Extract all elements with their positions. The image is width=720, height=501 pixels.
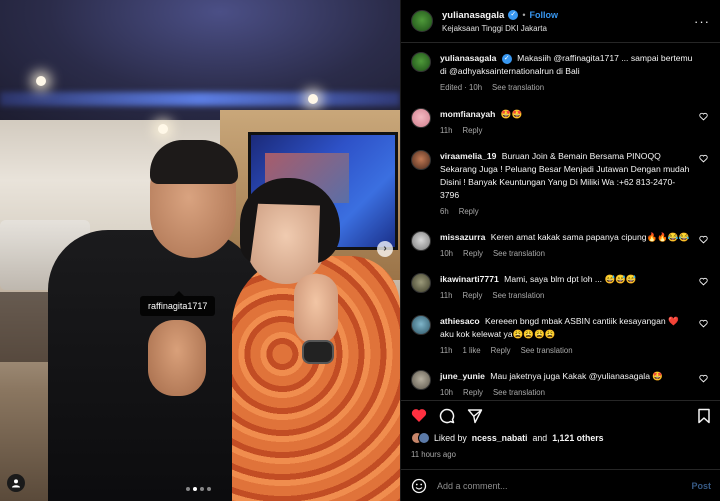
follow-button[interactable]: Follow bbox=[529, 10, 558, 20]
likes-count[interactable]: 1,121 others bbox=[552, 433, 603, 443]
carousel-dot bbox=[186, 487, 190, 491]
user-tag[interactable]: raffinagita1717 bbox=[140, 291, 216, 316]
tagged-user-icon[interactable] bbox=[7, 474, 25, 492]
post-location[interactable]: Kejaksaan Tinggi DKI Jakarta bbox=[442, 24, 694, 33]
commenter-avatar[interactable] bbox=[411, 315, 431, 335]
photo-downlight bbox=[36, 76, 46, 86]
reply-button[interactable]: Reply bbox=[462, 289, 482, 302]
carousel-dot bbox=[200, 487, 204, 491]
like-comment-heart-icon[interactable] bbox=[699, 277, 708, 286]
carousel-dots bbox=[186, 487, 211, 491]
comment-item: momfianayah 🤩🤩 11h Reply bbox=[411, 108, 710, 137]
see-translation-link[interactable]: See translation bbox=[492, 81, 544, 94]
see-translation-link[interactable]: See translation bbox=[493, 386, 545, 399]
reply-button[interactable]: Reply bbox=[463, 386, 483, 399]
see-translation-link[interactable]: See translation bbox=[493, 247, 545, 260]
comment-like-count[interactable]: 1 like bbox=[462, 344, 480, 357]
like-heart-icon[interactable] bbox=[411, 408, 427, 423]
comment-item: ikawinarti7771 Mami, saya blm dpt loh ..… bbox=[411, 273, 710, 302]
see-translation-link[interactable]: See translation bbox=[521, 344, 573, 357]
instagram-post-view: raffinagita1717 › yulianasagala ✓ • Foll… bbox=[0, 0, 720, 501]
comment-text: Keren amat kakak sama papanya cipung🔥🔥😂😂 bbox=[490, 232, 690, 242]
commenter-avatar[interactable] bbox=[411, 231, 431, 251]
add-comment-input[interactable]: Add a comment... bbox=[437, 481, 691, 491]
post-sidebar: yulianasagala ✓ • Follow Kejaksaan Tingg… bbox=[400, 0, 720, 501]
liked-by-prefix: Liked by bbox=[434, 433, 467, 443]
liked-by-and: and bbox=[532, 433, 548, 443]
photo-downlight bbox=[158, 124, 168, 134]
like-comment-heart-icon[interactable] bbox=[699, 154, 708, 163]
like-comment-heart-icon[interactable] bbox=[699, 319, 708, 328]
commenter-avatar[interactable] bbox=[411, 150, 431, 170]
like-comment-heart-icon[interactable] bbox=[699, 374, 708, 383]
like-comment-heart-icon[interactable] bbox=[699, 235, 708, 244]
comment-text: Mami, saya blm dpt loh ... 😅😅😅 bbox=[504, 274, 637, 284]
photo-man-hands bbox=[148, 320, 206, 396]
more-options-icon[interactable]: ··· bbox=[694, 14, 710, 29]
separator-dot: • bbox=[522, 10, 526, 20]
author-avatar[interactable] bbox=[411, 52, 431, 72]
photo-ceiling-light bbox=[0, 92, 400, 106]
caption-edited-time: Edited · 10h bbox=[440, 83, 483, 92]
reply-button[interactable]: Reply bbox=[459, 205, 479, 218]
comment-time: 6h bbox=[440, 207, 449, 216]
see-translation-link[interactable]: See translation bbox=[492, 289, 544, 302]
reply-button[interactable]: Reply bbox=[491, 344, 511, 357]
commenter-avatar[interactable] bbox=[411, 370, 431, 390]
comment-username[interactable]: momfianayah bbox=[440, 109, 495, 119]
comment-time: 11h bbox=[440, 126, 453, 135]
comment-item: june_yunie Mau jaketnya juga Kakak @yuli… bbox=[411, 370, 710, 399]
liker-avatars[interactable] bbox=[411, 432, 430, 444]
comment-username[interactable]: missazurra bbox=[440, 232, 485, 242]
comment-username[interactable]: athiesaco bbox=[440, 316, 480, 326]
comment-text: 🤩🤩 bbox=[500, 109, 523, 119]
comment-username[interactable]: june_yunie bbox=[440, 371, 485, 381]
comment-username[interactable]: viraamelia_19 bbox=[440, 151, 496, 161]
comment-item: viraamelia_19 Buruan Join & Bemain Bersa… bbox=[411, 150, 710, 218]
likes-summary: Liked by ncess_nabati and 1,121 others bbox=[411, 432, 604, 444]
like-comment-heart-icon[interactable] bbox=[699, 112, 708, 121]
commenter-avatar[interactable] bbox=[411, 108, 431, 128]
comment-time: 10h bbox=[440, 388, 454, 397]
liked-by-user[interactable]: ncess_nabati bbox=[472, 433, 528, 443]
comment-item: missazurra Keren amat kakak sama papanya… bbox=[411, 231, 710, 260]
comment-icon[interactable] bbox=[439, 408, 455, 424]
reply-button[interactable]: Reply bbox=[462, 124, 482, 137]
share-send-icon[interactable] bbox=[467, 408, 483, 424]
comments-list[interactable]: yulianasagala ✓ Makasiih @raffinagita171… bbox=[401, 43, 720, 399]
author-avatar[interactable] bbox=[411, 10, 433, 32]
post-actions-bar bbox=[401, 400, 720, 430]
next-photo-button[interactable]: › bbox=[377, 241, 393, 257]
post-comment-button[interactable]: Post bbox=[691, 481, 711, 491]
photo-downlight bbox=[308, 94, 318, 104]
comment-text: Mau jaketnya juga Kakak @yulianasagala 🤩 bbox=[490, 371, 664, 381]
photo-watch bbox=[302, 340, 334, 364]
verified-badge-icon: ✓ bbox=[508, 10, 519, 20]
caption: yulianasagala ✓ Makasiih @raffinagita171… bbox=[411, 52, 710, 94]
photo-woman-hands bbox=[294, 274, 338, 344]
author-username[interactable]: yulianasagala bbox=[442, 10, 504, 21]
comment-item: athiesaco Kereeen bngd mbak ASBIN cantii… bbox=[411, 315, 710, 357]
post-photo[interactable]: raffinagita1717 › bbox=[0, 0, 400, 501]
commenter-avatar[interactable] bbox=[411, 273, 431, 293]
verified-badge-icon: ✓ bbox=[501, 53, 512, 64]
comment-time: 11h bbox=[440, 291, 453, 300]
reply-button[interactable]: Reply bbox=[463, 247, 483, 260]
emoji-icon[interactable] bbox=[411, 478, 427, 494]
carousel-dot bbox=[207, 487, 211, 491]
caption-username[interactable]: yulianasagala bbox=[440, 53, 496, 63]
save-bookmark-icon[interactable] bbox=[697, 408, 711, 424]
post-time-ago: 11 hours ago bbox=[411, 450, 456, 459]
carousel-dot-active bbox=[193, 487, 197, 491]
comment-username[interactable]: ikawinarti7771 bbox=[440, 274, 499, 284]
post-header: yulianasagala ✓ • Follow Kejaksaan Tingg… bbox=[401, 0, 720, 43]
add-comment-bar: Add a comment... Post bbox=[401, 469, 720, 501]
comment-time: 10h bbox=[440, 249, 454, 258]
comment-time: 11h bbox=[440, 346, 453, 355]
